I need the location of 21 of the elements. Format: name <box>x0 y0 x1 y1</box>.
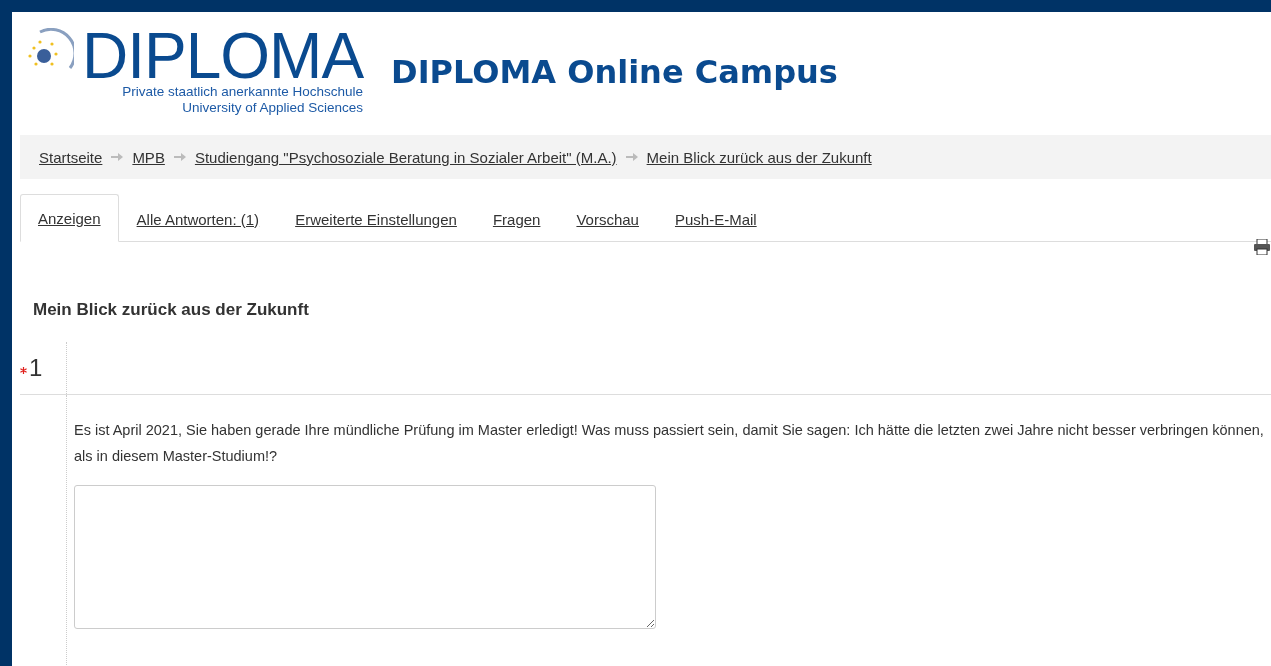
separator-icon <box>173 153 186 161</box>
tab[interactable]: Push-E-Mail <box>656 195 775 242</box>
tab[interactable]: Erweiterte Einstellungen <box>277 195 475 242</box>
logo-wordmark: DIPLOMA <box>82 28 364 84</box>
printer-icon[interactable] <box>1253 239 1271 255</box>
logo-subtitle: Private staatlich anerkannte Hochschule <box>122 84 364 100</box>
tab[interactable]: Anzeigen <box>20 194 119 242</box>
tab[interactable]: Fragen <box>474 195 559 242</box>
tab[interactable]: Vorschau <box>558 195 657 242</box>
breadcrumb-link[interactable]: MPB <box>132 148 165 166</box>
site-title: DIPLOMA Online Campus <box>391 53 838 91</box>
separator-icon <box>625 153 638 161</box>
breadcrumb-link[interactable]: Studiengang "Psychosoziale Beratung in Sozialer Arbeit" (M.A.) <box>194 148 617 166</box>
tab[interactable]: Alle Antworten: (1) <box>118 195 278 242</box>
breadcrumb-link[interactable]: Startseite <box>39 148 103 166</box>
page-heading: Mein Blick zurück aus der Zukunft <box>33 300 310 320</box>
question-number: 1 <box>29 354 43 382</box>
separator-icon <box>111 153 124 161</box>
breadcrumb-link[interactable]: Mein Blick zurück aus der Zukunft <box>646 148 872 166</box>
question-text: Es ist April 2021, Sie haben gerade Ihre mündliche Prüfung im Master erledigt! Was muss passiert sein, damit Sie sagen: Ich hätte die letzten zwei Jahre nicht besser verbringen können, als in diesem Master-Studium!? <box>74 421 1265 466</box>
logo-subtitle: University of Applied Sciences <box>182 100 364 116</box>
